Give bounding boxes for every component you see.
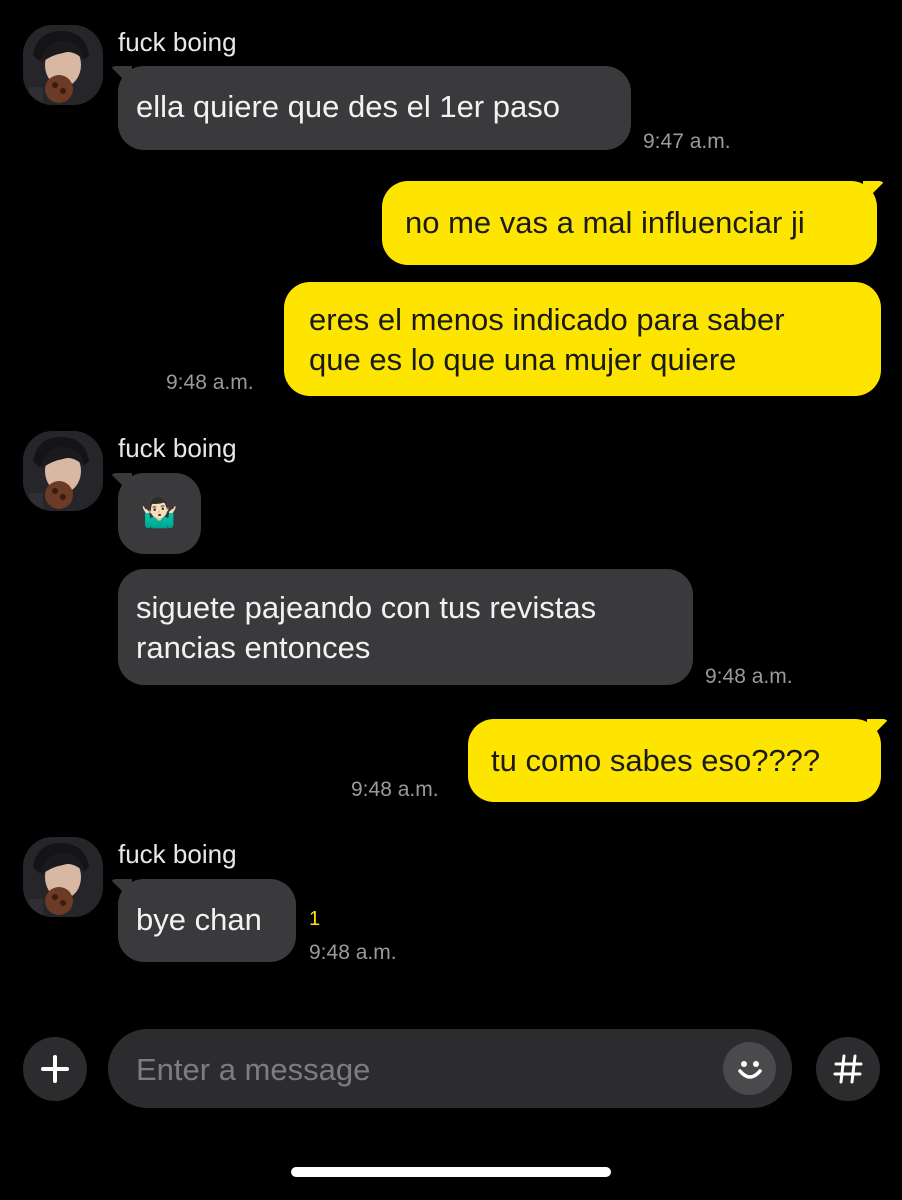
unread-count: 1 (309, 908, 321, 930)
home-indicator[interactable] (291, 1167, 611, 1177)
sender-name: fuck boing (118, 433, 237, 463)
message-text: ella quiere que des el 1er paso (136, 89, 560, 124)
incoming-message-bubble[interactable]: 🤷🏻‍♂️ (118, 473, 201, 554)
contact-avatar[interactable] (23, 25, 103, 105)
contact-avatar[interactable] (23, 431, 103, 511)
emoji-button[interactable] (723, 1042, 776, 1095)
incoming-message-bubble[interactable]: ella quiere que des el 1er paso (118, 66, 631, 150)
plus-icon (41, 1055, 69, 1083)
message-timestamp: 9:48 a.m. (309, 941, 397, 964)
hashtag-icon (833, 1054, 863, 1084)
message-input[interactable] (134, 1029, 708, 1110)
incoming-message-bubble[interactable]: bye chan (118, 879, 296, 962)
outgoing-message-bubble[interactable]: no me vas a mal influenciar ji (382, 181, 877, 265)
outgoing-message-bubble[interactable]: tu como sabes eso???? (468, 719, 881, 802)
message-text: eres el menos indicado para saber que es… (309, 302, 785, 377)
message-timestamp: 9:48 a.m. (705, 665, 793, 688)
smiley-icon (737, 1060, 762, 1079)
incoming-message-bubble[interactable]: siguete pajeando con tus revistas rancia… (118, 569, 693, 685)
avatar-photo-icon (23, 431, 103, 511)
message-composer (108, 1029, 792, 1110)
sender-name: fuck boing (118, 839, 237, 869)
message-text: tu como sabes eso???? (491, 743, 821, 778)
add-attachment-button[interactable] (23, 1037, 87, 1101)
message-timestamp: 9:48 a.m. (166, 371, 254, 394)
message-text: bye chan (136, 902, 262, 937)
outgoing-message-bubble[interactable]: eres el menos indicado para saber que es… (284, 282, 881, 396)
message-text: siguete pajeando con tus revistas rancia… (136, 590, 597, 665)
message-timestamp: 9:47 a.m. (643, 130, 731, 153)
contact-avatar[interactable] (23, 837, 103, 917)
message-emoji: 🤷🏻‍♂️ (140, 496, 179, 529)
sender-name: fuck boing (118, 27, 237, 57)
message-timestamp: 9:48 a.m. (351, 778, 439, 801)
hashtag-search-button[interactable] (816, 1037, 880, 1101)
message-text: no me vas a mal influenciar ji (405, 205, 805, 240)
avatar-photo-icon (23, 837, 103, 917)
avatar-photo-icon (23, 25, 103, 105)
